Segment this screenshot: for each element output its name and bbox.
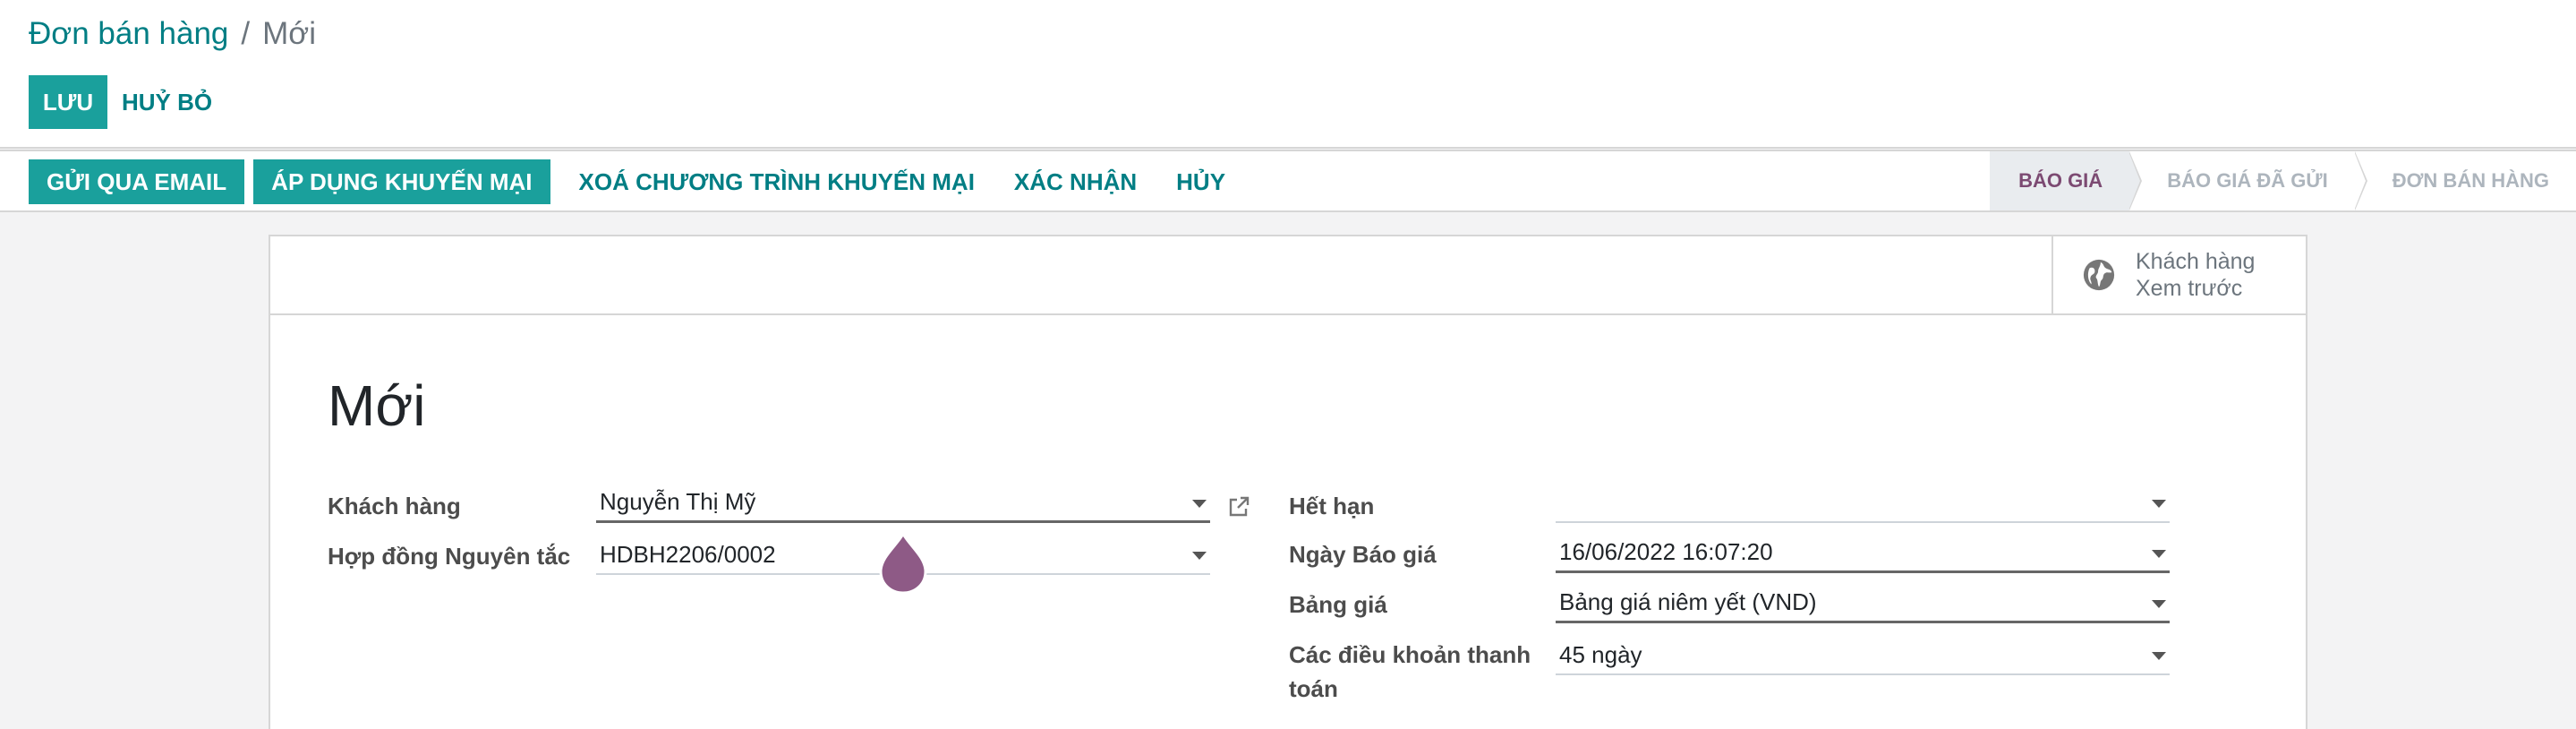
remove-promotion-button[interactable]: XOÁ CHƯƠNG TRÌNH KHUYẾN MẠI [559, 159, 994, 204]
pricelist-label: Bảng giá [1289, 591, 1387, 618]
chevron-down-icon[interactable] [1192, 500, 1207, 508]
expiry-field[interactable] [1556, 484, 2170, 523]
confirm-button[interactable]: XÁC NHẬN [994, 159, 1156, 204]
send-email-button[interactable]: GỬI QUA EMAIL [29, 159, 245, 204]
apply-promotion-button[interactable]: ÁP DỤNG KHUYẾN MẠI [253, 159, 550, 204]
stat-line-1: Khách hàng [2136, 249, 2256, 274]
cursor-indicator [879, 532, 927, 595]
stage-quotation[interactable]: BÁO GIÁ [1990, 151, 2143, 210]
pricelist-field[interactable]: Bảng giá niêm yết (VND) [1556, 584, 2170, 623]
form-sheet: Khách hàng Xem trước Mới Khách hàng Nguy… [269, 235, 2307, 729]
breadcrumb-current: Mới [262, 16, 317, 51]
quote-date-value: 16/06/2022 16:07:20 [1559, 538, 1773, 565]
payment-terms-label-line-1: Các điều khoản thanh [1289, 641, 1531, 668]
discard-button[interactable]: HUỶ BỎ [122, 75, 212, 129]
payment-terms-label-line-2: toán [1289, 675, 1338, 702]
stage-pipeline: BÁO GIÁ BÁO GIÁ ĐÃ GỬI ĐƠN BÁN HÀNG [1990, 151, 2576, 210]
quote-date-label: Ngày Báo giá [1289, 541, 1437, 568]
breadcrumb: Đơn bán hàng / Mới [29, 16, 316, 52]
external-link-icon[interactable] [1226, 494, 1251, 519]
breadcrumb-separator: / [241, 16, 251, 51]
customer-value: Nguyễn Thị Mỹ [600, 488, 756, 515]
contract-label: Hợp đồng Nguyên tắc [328, 543, 571, 570]
breadcrumb-parent-link[interactable]: Đơn bán hàng [29, 16, 228, 52]
expiry-label: Hết hạn [1289, 493, 1375, 519]
save-button[interactable]: LƯU [29, 75, 107, 129]
chevron-down-icon[interactable] [1192, 552, 1207, 560]
contract-value: HDBH2206/0002 [600, 540, 776, 568]
stage-quotation-sent[interactable]: BÁO GIÁ ĐÃ GỬI [2129, 151, 2367, 210]
chevron-down-icon[interactable] [2152, 600, 2166, 608]
stat-line-2: Xem trước [2136, 276, 2243, 301]
record-title: Mới [328, 373, 426, 438]
control-panel: Đơn bán hàng / Mới LƯU HUỶ BỎ [0, 0, 2576, 149]
payment-terms-value: 45 ngày [1559, 640, 1642, 668]
customer-label: Khách hàng [328, 493, 461, 519]
chevron-down-icon[interactable] [2152, 652, 2166, 660]
customer-preview-button[interactable]: Khách hàng Xem trước [2051, 236, 2306, 313]
customer-preview-text: Khách hàng Xem trước [2136, 248, 2255, 302]
payment-terms-label: Các điều khoản thanh toán [1289, 638, 1531, 706]
quote-date-field[interactable]: 16/06/2022 16:07:20 [1556, 534, 2170, 573]
statusbar-buttons: GỬI QUA EMAIL ÁP DỤNG KHUYẾN MẠI XOÁ CHƯ… [29, 159, 1245, 204]
statusbar: GỬI QUA EMAIL ÁP DỤNG KHUYẾN MẠI XOÁ CHƯ… [0, 150, 2576, 212]
pricelist-value: Bảng giá niêm yết (VND) [1559, 588, 1817, 615]
chevron-down-icon[interactable] [2152, 550, 2166, 558]
chevron-down-icon[interactable] [2152, 500, 2166, 508]
button-box: Khách hàng Xem trước [270, 236, 2306, 315]
cancel-button[interactable]: HỦY [1156, 159, 1245, 204]
globe-icon [2083, 259, 2115, 291]
payment-terms-field[interactable]: 45 ngày [1556, 636, 2170, 675]
stage-sales-order[interactable]: ĐƠN BÁN HÀNG [2355, 151, 2576, 210]
customer-field[interactable]: Nguyễn Thị Mỹ [596, 484, 1210, 523]
